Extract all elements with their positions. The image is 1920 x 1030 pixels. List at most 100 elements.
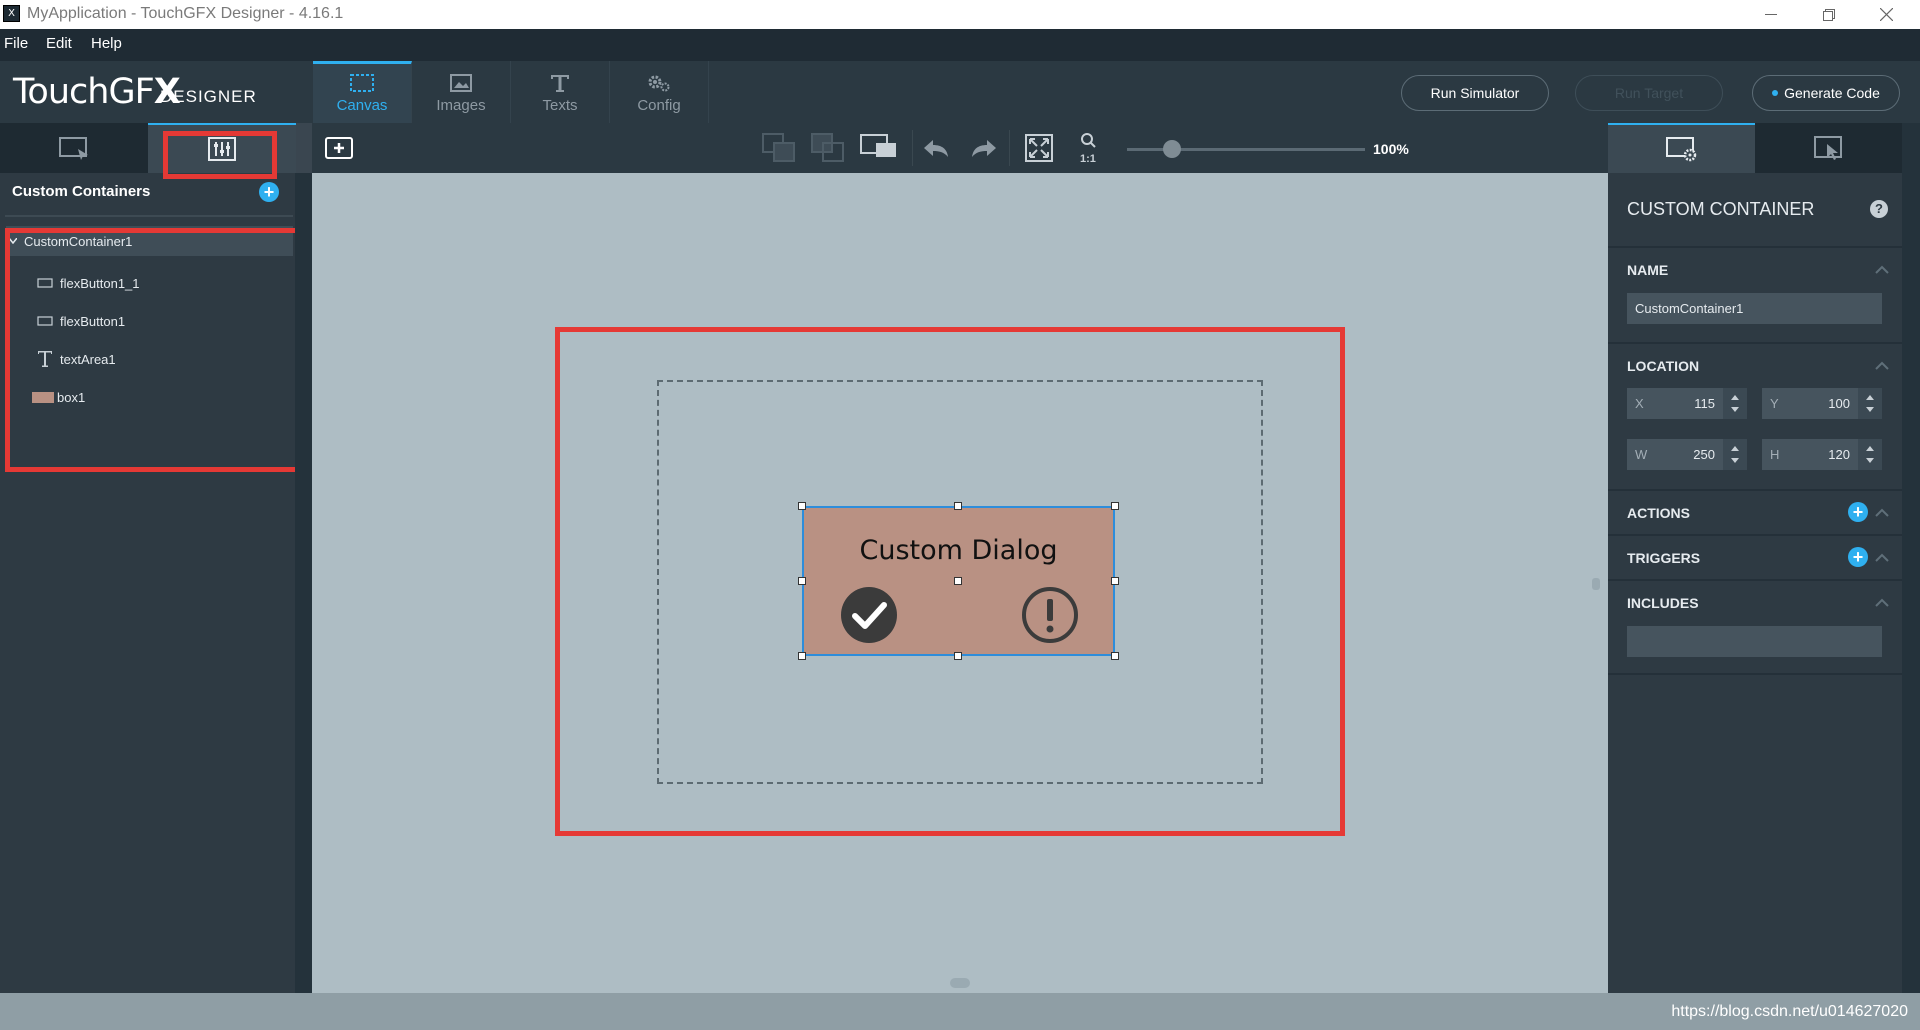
tab-properties[interactable] xyxy=(1608,123,1755,173)
menu-edit[interactable]: Edit xyxy=(46,35,72,52)
arrow-up-icon xyxy=(1731,446,1739,451)
divider xyxy=(1608,489,1902,491)
add-box-icon xyxy=(325,137,353,159)
stepper-arrows[interactable] xyxy=(1723,388,1747,419)
tab-texts-label: Texts xyxy=(542,97,578,114)
tab-config[interactable]: Config xyxy=(610,61,709,123)
tab-images[interactable]: Images xyxy=(412,61,511,123)
triggers-section-label: TRIGGERS xyxy=(1627,550,1701,566)
divider xyxy=(1608,673,1902,675)
tab-interactions[interactable] xyxy=(1755,123,1902,173)
menu-help[interactable]: Help xyxy=(91,35,122,52)
close-icon xyxy=(1879,8,1893,21)
generate-code-button[interactable]: Generate Code xyxy=(1752,75,1900,111)
h-key: H xyxy=(1770,447,1780,462)
divider xyxy=(1608,246,1902,248)
x-value[interactable]: 115 xyxy=(1649,396,1723,411)
redo-button[interactable] xyxy=(966,130,1002,166)
arrange-button[interactable] xyxy=(860,130,896,166)
menu-file-label: File xyxy=(4,35,29,52)
window-title: MyApplication - TouchGFX Designer - 4.16… xyxy=(27,5,344,22)
layer-front-icon xyxy=(811,133,844,162)
chevron-up-icon[interactable] xyxy=(1875,361,1889,370)
minimize-icon xyxy=(1765,13,1777,15)
run-target-label: Run Target xyxy=(1614,85,1684,101)
panel-resize-handle[interactable] xyxy=(1592,578,1600,590)
toolbar-divider xyxy=(912,130,913,166)
image-icon xyxy=(450,74,472,92)
add-trigger-button[interactable]: + xyxy=(1848,547,1868,567)
w-stepper[interactable]: W 250 xyxy=(1627,439,1747,470)
app-icon: X xyxy=(3,5,20,22)
arrow-down-icon xyxy=(1731,407,1739,412)
canvas-selection-icon xyxy=(350,74,374,92)
properties-scrollbar[interactable] xyxy=(1902,123,1920,993)
run-simulator-button[interactable]: Run Simulator xyxy=(1401,75,1549,111)
logo-brand-light: TouchGF xyxy=(13,72,155,112)
minimize-button[interactable] xyxy=(1748,0,1794,29)
y-value[interactable]: 100 xyxy=(1784,396,1858,411)
w-value[interactable]: 250 xyxy=(1649,447,1723,462)
menu-bar: File Edit Help xyxy=(0,29,1920,61)
h-stepper[interactable]: H 120 xyxy=(1762,439,1882,470)
annotation-highlight-tree xyxy=(5,228,319,472)
canvas-toolbar xyxy=(312,123,1608,173)
divider xyxy=(1608,534,1902,536)
properties-title: CUSTOM CONTAINER xyxy=(1627,199,1815,219)
menu-file[interactable]: File xyxy=(4,35,28,52)
arrow-down-icon xyxy=(1866,407,1874,412)
chevron-up-icon[interactable] xyxy=(1875,553,1889,562)
fit-screen-icon xyxy=(1025,134,1053,162)
menu-help-label: Help xyxy=(91,35,122,52)
menu-edit-label: Edit xyxy=(46,35,72,52)
divider xyxy=(5,215,293,217)
fit-to-screen-button[interactable] xyxy=(1021,130,1057,166)
chevron-up-icon[interactable] xyxy=(1875,265,1889,274)
tab-texts[interactable]: Texts xyxy=(511,61,610,123)
stepper-arrows[interactable] xyxy=(1723,439,1747,470)
left-panel-scrollbar[interactable] xyxy=(295,173,312,993)
name-input[interactable]: CustomContainer1 xyxy=(1627,293,1882,324)
redo-icon xyxy=(972,140,996,157)
zoom-actual-size-button[interactable]: 1:1 xyxy=(1071,130,1107,166)
annotation-highlight-canvas xyxy=(555,327,1345,836)
chevron-up-icon[interactable] xyxy=(1875,598,1889,607)
arrow-up-icon xyxy=(1731,395,1739,400)
help-button[interactable]: ? xyxy=(1870,200,1888,218)
add-interaction-button[interactable] xyxy=(321,130,357,166)
screen-settings-icon xyxy=(1665,137,1696,162)
zoom-level-label: 100% xyxy=(1373,141,1409,157)
text-t-icon xyxy=(551,75,569,92)
y-stepper[interactable]: Y 100 xyxy=(1762,388,1882,419)
tab-images-label: Images xyxy=(436,97,486,114)
chevron-up-icon[interactable] xyxy=(1875,508,1889,517)
send-backward-button[interactable] xyxy=(761,130,797,166)
zoom-slider-handle[interactable] xyxy=(1162,140,1181,158)
arrow-down-icon xyxy=(1731,458,1739,463)
stepper-arrows[interactable] xyxy=(1858,439,1882,470)
gears-icon xyxy=(648,75,670,92)
arrow-up-icon xyxy=(1866,395,1874,400)
add-action-button[interactable]: + xyxy=(1848,502,1868,522)
annotation-highlight-tab xyxy=(163,131,277,179)
bring-forward-button[interactable] xyxy=(810,130,846,166)
arrow-down-icon xyxy=(1866,458,1874,463)
status-dot-icon xyxy=(1772,90,1779,96)
restore-icon xyxy=(1823,8,1835,21)
tab-canvas[interactable]: Canvas xyxy=(313,61,412,123)
svg-text:1:1: 1:1 xyxy=(1080,153,1096,164)
generate-code-label: Generate Code xyxy=(1784,85,1880,101)
undo-button[interactable] xyxy=(918,130,954,166)
canvas-scroll-handle[interactable] xyxy=(950,978,970,988)
arrange-layers-icon xyxy=(860,134,896,157)
x-stepper[interactable]: X 115 xyxy=(1627,388,1747,419)
tab-screens[interactable] xyxy=(0,123,148,173)
run-target-button[interactable]: Run Target xyxy=(1575,75,1723,111)
includes-input[interactable] xyxy=(1627,626,1882,657)
add-custom-container-button[interactable]: + xyxy=(259,182,279,202)
logo-brand: TouchGFX xyxy=(13,72,181,112)
restore-button[interactable] xyxy=(1806,0,1852,29)
h-value[interactable]: 120 xyxy=(1784,447,1858,462)
stepper-arrows[interactable] xyxy=(1858,388,1882,419)
close-window-button[interactable] xyxy=(1863,0,1909,29)
